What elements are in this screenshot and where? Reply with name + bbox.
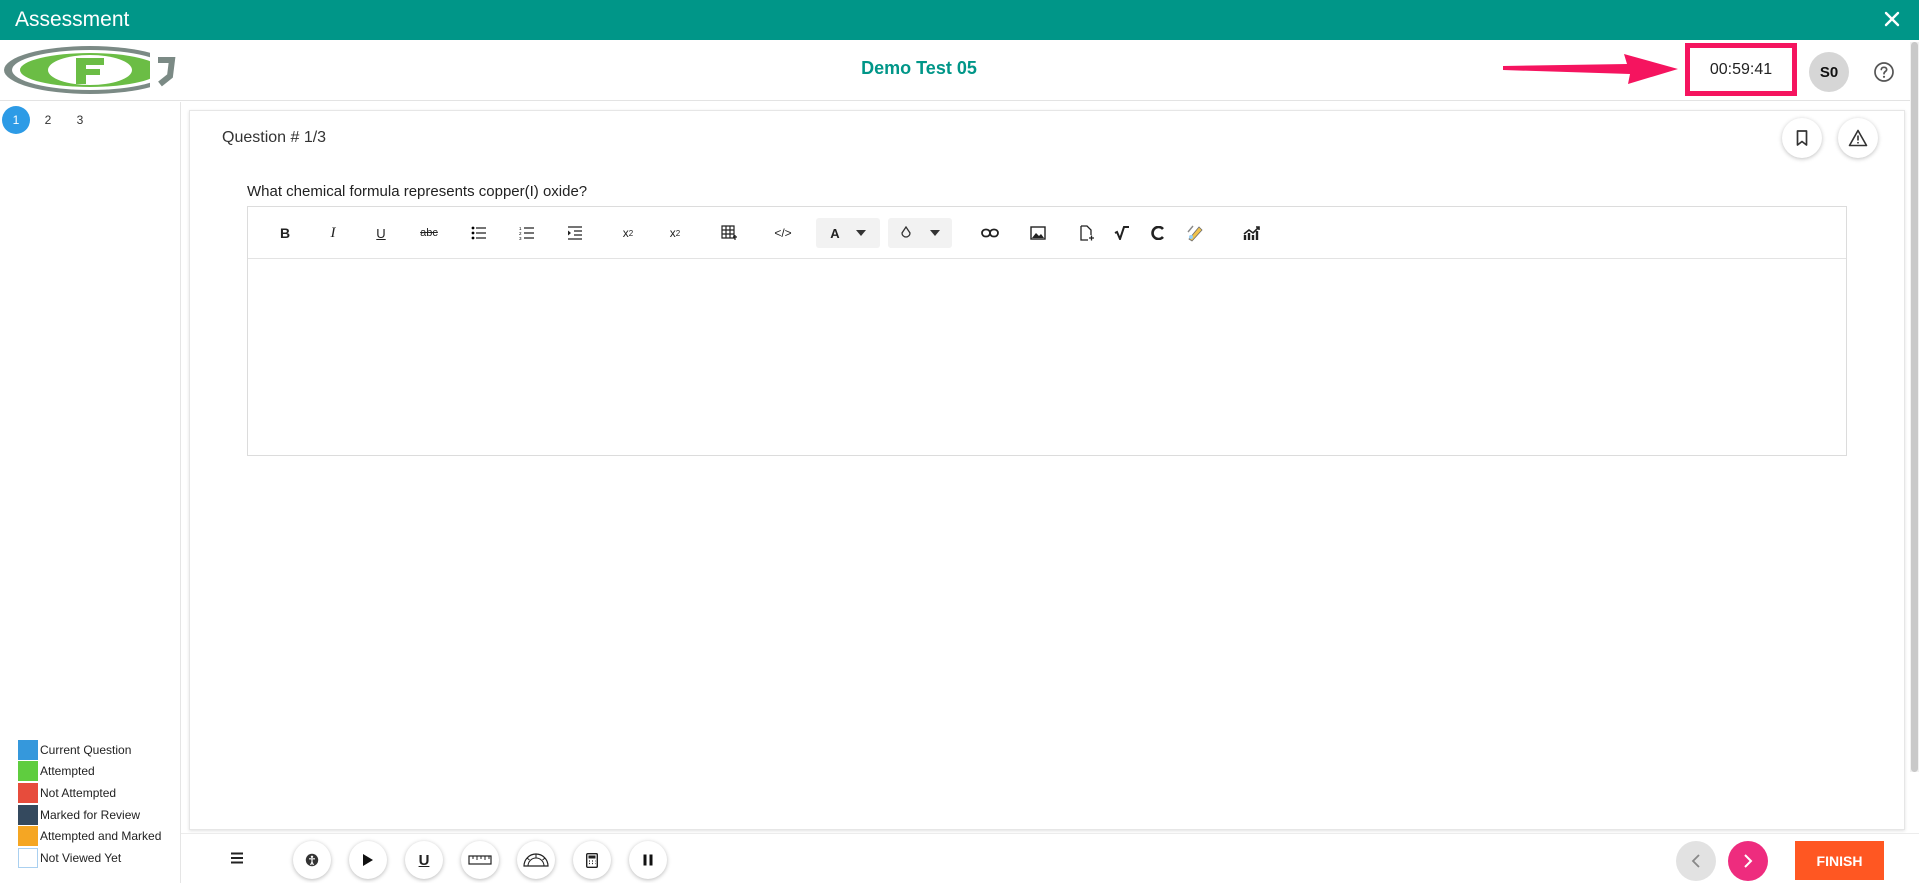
report-warning-icon[interactable] — [1838, 118, 1878, 158]
legend-label: Marked for Review — [40, 807, 141, 822]
next-question-button[interactable] — [1728, 841, 1768, 881]
text-color-dropdown[interactable]: A — [816, 218, 880, 248]
legend-item: Attempted — [18, 761, 161, 783]
strikethrough-icon[interactable]: abc — [414, 218, 444, 248]
title-bar: Assessment — [0, 0, 1919, 40]
legend-swatch-current — [18, 739, 38, 760]
legend-label: Current Question — [40, 742, 132, 757]
chevron-right-icon — [1744, 854, 1753, 868]
scrollbar-thumb[interactable] — [1911, 42, 1918, 772]
insert-file-icon[interactable] — [1070, 218, 1102, 248]
status-legend: Current Question Attempted Not Attempted… — [18, 739, 161, 869]
play-icon[interactable] — [349, 841, 387, 879]
question-number-list: 1 2 3 — [2, 106, 94, 134]
legend-swatch-not-attempted — [18, 782, 38, 803]
question-number-2[interactable]: 2 — [34, 106, 62, 134]
question-number-3[interactable]: 3 — [66, 106, 94, 134]
legend-item: Not Viewed Yet — [18, 847, 161, 869]
code-view-icon[interactable]: </> — [767, 218, 799, 248]
accessibility-icon[interactable] — [293, 841, 331, 879]
close-icon[interactable] — [1877, 4, 1907, 34]
chevron-down-icon — [855, 230, 866, 236]
underline-icon[interactable]: U — [366, 218, 396, 248]
legend-item: Attempted and Marked — [18, 825, 161, 847]
subscript-icon[interactable]: x2 — [612, 218, 644, 248]
bold-icon[interactable]: B — [270, 218, 300, 248]
fill-color-icon — [901, 226, 911, 238]
calculator-icon[interactable] — [573, 841, 611, 879]
bookmark-icon[interactable] — [1782, 118, 1822, 158]
legend-item: Current Question — [18, 739, 161, 761]
bottom-toolbar: U FINISH — [181, 833, 1919, 883]
chevron-down-icon — [930, 230, 940, 236]
editor-toolbar: B I U abc 123 x2 x2 </> A — [248, 207, 1846, 259]
chemistry-icon[interactable] — [1144, 218, 1172, 248]
question-navigator-sidebar: 1 2 3 Current Question Attempted Not Att… — [0, 102, 181, 883]
insert-table-icon[interactable] — [713, 218, 745, 248]
header: Demo Test 05 00:59:41 S0 — [0, 40, 1919, 101]
legend-item: Marked for Review — [18, 804, 161, 826]
drawing-icon[interactable] — [1179, 218, 1211, 248]
timer-pointer-arrow — [1503, 54, 1678, 84]
legend-label: Not Attempted — [40, 785, 117, 800]
legend-swatch-not-viewed — [18, 847, 38, 868]
menu-icon[interactable] — [221, 842, 253, 874]
chart-icon[interactable] — [1236, 218, 1268, 248]
finish-button[interactable]: FINISH — [1795, 841, 1884, 880]
countdown-timer: 00:59:41 — [1685, 43, 1797, 96]
indent-icon[interactable] — [559, 218, 591, 248]
legend-label: Attempted and Marked — [40, 829, 162, 844]
legend-swatch-attempted — [18, 761, 38, 782]
question-text: What chemical formula represents copper(… — [247, 183, 588, 200]
superscript-icon[interactable]: x2 — [659, 218, 691, 248]
previous-question-button[interactable] — [1676, 841, 1716, 881]
numbered-list-icon[interactable]: 123 — [511, 218, 543, 248]
legend-item: Not Attempted — [18, 782, 161, 804]
help-circle-icon[interactable] — [1871, 59, 1897, 85]
legend-swatch-attempted-marked — [18, 826, 38, 847]
underline-tool-icon[interactable]: U — [405, 841, 443, 879]
answer-input-area[interactable] — [248, 260, 1846, 456]
window-title: Assessment — [15, 8, 130, 31]
ruler-icon[interactable] — [461, 841, 499, 879]
assessment-window: Assessment Demo Test 05 00:59:41 S0 1 2 … — [0, 0, 1919, 883]
question-header: Question # 1/3 — [222, 129, 327, 146]
chevron-left-icon — [1691, 854, 1700, 868]
image-icon[interactable] — [1022, 218, 1054, 248]
math-formula-icon[interactable] — [1108, 218, 1136, 248]
legend-swatch-marked-review — [18, 804, 38, 825]
avatar[interactable]: S0 — [1809, 52, 1849, 92]
bullet-list-icon[interactable] — [463, 218, 495, 248]
text-color-icon: A — [830, 225, 840, 241]
protractor-icon[interactable] — [517, 841, 555, 879]
vertical-scrollbar[interactable] — [1910, 42, 1919, 772]
pause-icon[interactable] — [629, 841, 667, 879]
link-icon[interactable] — [974, 218, 1006, 248]
question-card: Question # 1/3 What chemical formula rep… — [189, 110, 1905, 830]
legend-label: Not Viewed Yet — [40, 850, 122, 865]
question-number-1[interactable]: 1 — [2, 106, 30, 134]
fill-color-dropdown[interactable] — [888, 218, 952, 248]
svg-text:3: 3 — [519, 236, 522, 240]
italic-icon[interactable]: I — [318, 218, 348, 248]
legend-label: Attempted — [40, 764, 95, 779]
answer-rich-text-editor: B I U abc 123 x2 x2 </> A — [247, 206, 1847, 456]
